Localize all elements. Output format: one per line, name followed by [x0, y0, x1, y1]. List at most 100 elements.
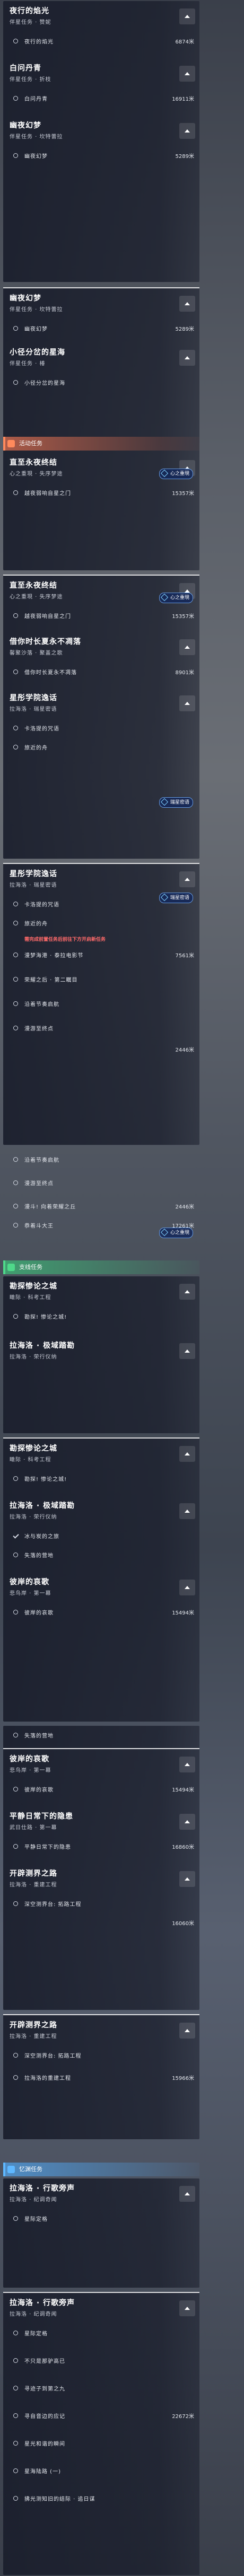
quest-step[interactable]: 勘探! 惨论之城! [3, 1307, 199, 1326]
quest-header[interactable]: 星彤学院逸话 拉海洛 · 瑞星密语 [3, 863, 199, 895]
quest-step[interactable]: 拉海洛的重建工程 15966米 [3, 2068, 199, 2087]
quest-header[interactable]: 开辟测界之路 拉海洛 · 重建工程 [3, 1864, 199, 1894]
tracking-badge[interactable]: 心之重現 [159, 1228, 194, 1238]
quest-step[interactable]: 沿着节奏启航 [3, 994, 199, 1013]
step-circle-icon [13, 1610, 18, 1615]
quest-step[interactable]: 星海陆路 (一) [3, 2462, 199, 2481]
quest-step[interactable]: 幽夜幻梦 5289米 [3, 146, 199, 165]
quest-step[interactable]: 白问丹青 16911米 [3, 89, 199, 108]
collapse-chevron-icon[interactable] [179, 871, 195, 887]
quest-header[interactable]: 平静日常下的隐患 武日仕路 · 第一幕 [3, 1806, 199, 1837]
collapse-chevron-icon[interactable] [179, 1871, 195, 1887]
quest-step[interactable]: 深空测界台: 拓路工程 [3, 1894, 199, 1913]
collapse-chevron-icon[interactable] [179, 1580, 195, 1595]
step-label: 失落的营地 [24, 1733, 54, 1739]
quest-header[interactable]: 拉海洛 · 行歌旁声 拉海洛 · 纪调奇闻 [3, 2292, 199, 2324]
tracking-badge[interactable]: 瑞星密语 [159, 893, 194, 903]
collapse-chevron-icon[interactable] [179, 1503, 195, 1519]
quest-header[interactable]: 勘探惨论之城 瞰际 · 科考工程 [3, 1276, 199, 1307]
quest-header[interactable]: 彼岸的哀歌 悲鸟岸 · 第一幕 [3, 1572, 199, 1603]
quest-step[interactable]: 星际定格 [3, 2324, 199, 2343]
quest-step[interactable]: 冰与炭的之旅 [3, 1527, 199, 1546]
quest-step[interactable]: 2446米 [3, 1040, 199, 1059]
quest-step[interactable]: 越夜弱响自星之门 15357米 [3, 606, 199, 625]
quest-step[interactable]: 失落的营地 [3, 1546, 199, 1565]
category-header-memory[interactable]: 忆渊任务 [3, 2163, 199, 2176]
quest-header[interactable]: 勘探惨论之城 瞰际 · 科考工程 [3, 1437, 199, 1469]
quest-step[interactable]: 深空测界台: 拓路工程 [3, 2046, 199, 2065]
tracking-badge[interactable]: 心之重現 [159, 593, 194, 603]
quest-header[interactable]: 小径分岔的星海 伴星任务 · 椿 [3, 342, 199, 373]
quest-step[interactable]: 沿着节奏启航 [3, 1150, 199, 1169]
quest-title: 夜行的焰光 [10, 7, 49, 15]
collapse-chevron-icon[interactable] [179, 8, 195, 24]
badge-label: 心之重現 [170, 595, 190, 601]
step-distance: 16860米 [172, 1845, 194, 1850]
quest-step[interactable]: 漫斗! 向着荣耀之丘 2446米 [3, 1197, 199, 1216]
quest-step[interactable]: 彼岸的哀歌 15494米 [3, 1603, 199, 1622]
quest-step[interactable]: 幽夜幻梦 5289米 [3, 319, 199, 338]
tracking-badge[interactable]: 瑞星密语 [159, 797, 194, 808]
step-circle-icon [13, 2386, 18, 2390]
quest-step[interactable]: 星际定格 [3, 2209, 199, 2228]
quest-header[interactable]: 彼岸的哀歌 悲鸟岸 · 第一幕 [3, 1748, 199, 1780]
step-label: 越夜弱响自星之门 [24, 491, 71, 497]
quest-subtitle: 拉海洛 · 瑞星密语 [10, 707, 57, 712]
quest-header[interactable]: 幽夜幻梦 伴星任务 · 坎特蕾拉 [3, 116, 199, 146]
collapse-chevron-icon[interactable] [179, 350, 195, 366]
quest-step[interactable]: 16060米 [3, 1913, 199, 1933]
category-header-side[interactable]: 支线任务 [3, 1260, 199, 1274]
collapse-chevron-icon[interactable] [179, 1814, 195, 1830]
step-circle-icon [13, 952, 18, 957]
step-label: 平静日常下的隐患 [24, 1845, 71, 1850]
quest-step[interactable]: 星光和谐的瞬间 [3, 2434, 199, 2453]
screen-3: 直至永夜终结 心之重現 · 失序梦途 越夜弱响自星之门 15357米 借你时长夏… [0, 572, 244, 859]
quest-step[interactable]: 旅近的舟 [3, 738, 199, 757]
quest-header[interactable]: 借你时长夏永不凋落 馨聚沙落 · 聚盖之歌 [3, 632, 199, 663]
collapse-chevron-icon[interactable] [179, 123, 195, 139]
category-header-event[interactable]: 活动任务 [3, 437, 199, 451]
collapse-chevron-icon[interactable] [179, 2186, 195, 2202]
collapse-chevron-icon[interactable] [179, 66, 195, 82]
tracking-badge[interactable]: 心之重現 [159, 469, 194, 479]
quest-list-panel: 夜行的焰光 伴星任务 · 赞妮 夜行的焰光 6874米 白问丹青 伴星任务 · … [3, 1, 199, 282]
quest-step[interactable]: 漫游至终点 [3, 1019, 199, 1038]
collapse-chevron-icon[interactable] [179, 296, 195, 312]
quest-step[interactable]: 卡洛提的咒语 [3, 719, 199, 738]
event-category-icon [7, 440, 15, 447]
step-circle-icon [13, 745, 18, 749]
quest-step[interactable]: 荣耀之后 · 第二瞩目 [3, 970, 199, 989]
quest-step[interactable]: 夜行的焰光 6874米 [3, 32, 199, 51]
collapse-chevron-icon[interactable] [179, 2023, 195, 2039]
quest-step[interactable]: 小径分岔的星海 [3, 373, 199, 392]
quest-header[interactable]: 白问丹青 伴星任务 · 折枝 [3, 58, 199, 89]
quest-header[interactable]: 拉海洛 · 极域踏勘 拉海洛 · 荣行仪纳 [3, 1336, 199, 1366]
quest-step[interactable]: 漫游至终点 [3, 1174, 199, 1193]
quest-step[interactable]: 不只是那驴高已 [3, 2351, 199, 2370]
quest-step[interactable]: 平静日常下的隐患 16860米 [3, 1837, 199, 1856]
quest-step[interactable]: 彼岸的哀歌 15494米 [3, 1780, 199, 1799]
collapse-chevron-icon[interactable] [179, 1284, 195, 1300]
quest-header[interactable]: 开辟测界之路 拉海洛 · 重建工程 [3, 2014, 199, 2046]
quest-step[interactable]: 寻自音边的应记 22672米 [3, 2406, 199, 2425]
quest-step[interactable]: 失落的营地 [3, 1726, 199, 1745]
quest-step[interactable]: 拂光测知旧的结际 · 追日谋 [3, 2489, 199, 2508]
collapse-chevron-icon[interactable] [179, 639, 195, 655]
step-circle-icon [13, 669, 18, 674]
quest-step[interactable]: 旅近的舟 [3, 914, 199, 933]
collapse-chevron-icon[interactable] [179, 1757, 195, 1772]
quest-header[interactable]: 幽夜幻梦 伴星任务 · 坎特蕾拉 [3, 287, 199, 319]
quest-header[interactable]: 星彤学院逸话 拉海洛 · 瑞星密语 [3, 688, 199, 719]
collapse-chevron-icon[interactable] [179, 1446, 195, 1462]
collapse-chevron-icon[interactable] [179, 1343, 195, 1359]
quest-step[interactable]: 漫梦海港 · 泰拉电影节 7561米 [3, 946, 199, 965]
quest-header[interactable]: 夜行的焰光 伴星任务 · 赞妮 [3, 1, 199, 32]
quest-step[interactable]: 借你时长夏永不凋落 8901米 [3, 663, 199, 682]
quest-step[interactable]: 勘探! 惨论之城! [3, 1469, 199, 1488]
collapse-chevron-icon[interactable] [179, 2300, 195, 2316]
quest-header[interactable]: 拉海洛 · 极域踏勘 拉海洛 · 荣行仪纳 [3, 1496, 199, 1527]
quest-step[interactable]: 寻迹子到第之九 [3, 2379, 199, 2398]
quest-step[interactable]: 越夜弱响自星之门 15357米 [3, 483, 199, 502]
quest-header[interactable]: 拉海洛 · 行歌旁声 拉海洛 · 纪调奇闻 [3, 2178, 199, 2209]
collapse-chevron-icon[interactable] [179, 695, 195, 711]
